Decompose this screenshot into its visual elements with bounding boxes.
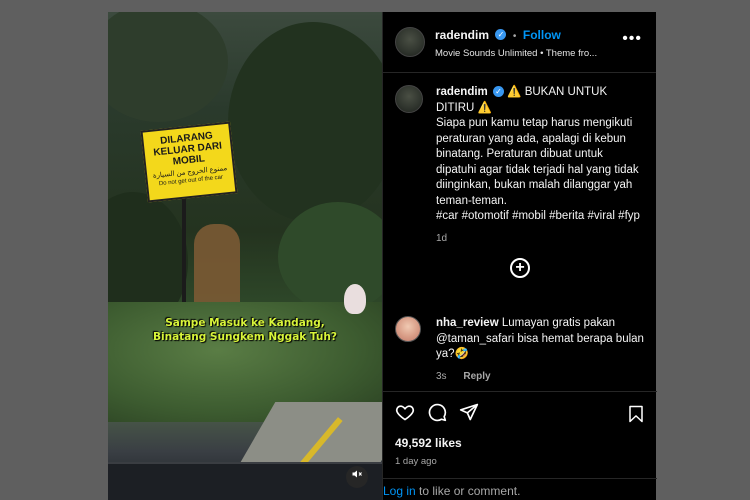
comment-icon[interactable] xyxy=(427,402,447,422)
caption-body: Siapa pun kamu tetap harus mengikuti per… xyxy=(436,117,639,207)
car-dashboard xyxy=(108,462,382,500)
more-options-icon[interactable]: ••• xyxy=(622,31,642,47)
foliage xyxy=(278,202,382,312)
login-link[interactable]: Log in xyxy=(383,484,416,498)
warning-sign: DILARANG KELUAR DARI MOBIL ممنوع الخروج … xyxy=(140,121,238,203)
login-prompt: Log in to like or comment. xyxy=(383,478,657,498)
speaker-muted-icon[interactable] xyxy=(346,466,368,488)
comment-username[interactable]: nha_review xyxy=(436,317,499,329)
comment-item: nha_review Lumayan gratis pakan @taman_s… xyxy=(395,316,646,384)
warning-icon: ⚠️ xyxy=(507,86,522,98)
avatar[interactable] xyxy=(395,85,423,113)
avatar[interactable] xyxy=(395,27,425,57)
reply-button[interactable]: Reply xyxy=(463,371,490,382)
post-header: radendim ✓ • Follow Movie Sounds Unlimit… xyxy=(383,12,656,73)
caption-line2: Binatang Sungkem Nggak Tuh? xyxy=(153,331,337,343)
comment-time: 3s xyxy=(436,370,447,382)
warning-icon: ⚠️ xyxy=(477,101,492,114)
flamingo xyxy=(344,284,366,314)
post-caption: radendim ✓ ⚠️ BUKAN UNTUK DITIRU ⚠️ Siap… xyxy=(395,85,644,246)
post-modal: DILARANG KELUAR DARI MOBIL ممنوع الخروج … xyxy=(108,12,657,500)
caption-text: radendim ✓ ⚠️ BUKAN UNTUK DITIRU ⚠️ Siap… xyxy=(436,85,644,246)
post-panel: radendim ✓ • Follow Movie Sounds Unlimit… xyxy=(382,12,657,500)
sign-pole xyxy=(182,192,186,312)
heart-icon[interactable] xyxy=(395,402,415,422)
video-caption: Sampe Masuk ke Kandang, Binatang Sungkem… xyxy=(108,316,382,344)
caption-hashtags[interactable]: #car #otomotif #mobil #berita #viral #fy… xyxy=(436,209,644,225)
comments-area: radendim ✓ ⚠️ BUKAN UNTUK DITIRU ⚠️ Siap… xyxy=(383,73,656,391)
share-icon[interactable] xyxy=(459,402,479,422)
caption-username[interactable]: radendim xyxy=(436,86,488,98)
likes-count[interactable]: 49,592 likes xyxy=(395,436,645,450)
audio-link[interactable]: Movie Sounds Unlimited • Theme fro... xyxy=(435,48,620,59)
foliage xyxy=(228,22,382,222)
verified-icon: ✓ xyxy=(492,86,504,98)
foliage xyxy=(108,12,228,122)
action-bar: 49,592 likes 1 day ago xyxy=(383,391,657,471)
caption-time: 1d xyxy=(436,232,448,244)
login-rest: to like or comment. xyxy=(415,484,521,498)
post-date: 1 day ago xyxy=(395,456,437,467)
action-icons xyxy=(395,402,645,422)
caption-line1: Sampe Masuk ke Kandang, xyxy=(165,317,325,329)
separator-dot: • xyxy=(512,30,517,42)
load-more-comments-icon[interactable]: + xyxy=(510,258,530,278)
follow-button[interactable]: Follow xyxy=(523,28,561,42)
header-meta: radendim ✓ • Follow Movie Sounds Unlimit… xyxy=(435,26,620,59)
bookmark-icon[interactable] xyxy=(627,404,645,424)
avatar[interactable] xyxy=(395,316,421,342)
verified-icon: ✓ xyxy=(495,28,507,40)
comment-actions: 3s Reply xyxy=(436,369,646,385)
comment-text: nha_review Lumayan gratis pakan @taman_s… xyxy=(436,316,646,384)
video-player[interactable]: DILARANG KELUAR DARI MOBIL ممنوع الخروج … xyxy=(108,12,382,500)
header-username[interactable]: radendim xyxy=(435,28,489,42)
